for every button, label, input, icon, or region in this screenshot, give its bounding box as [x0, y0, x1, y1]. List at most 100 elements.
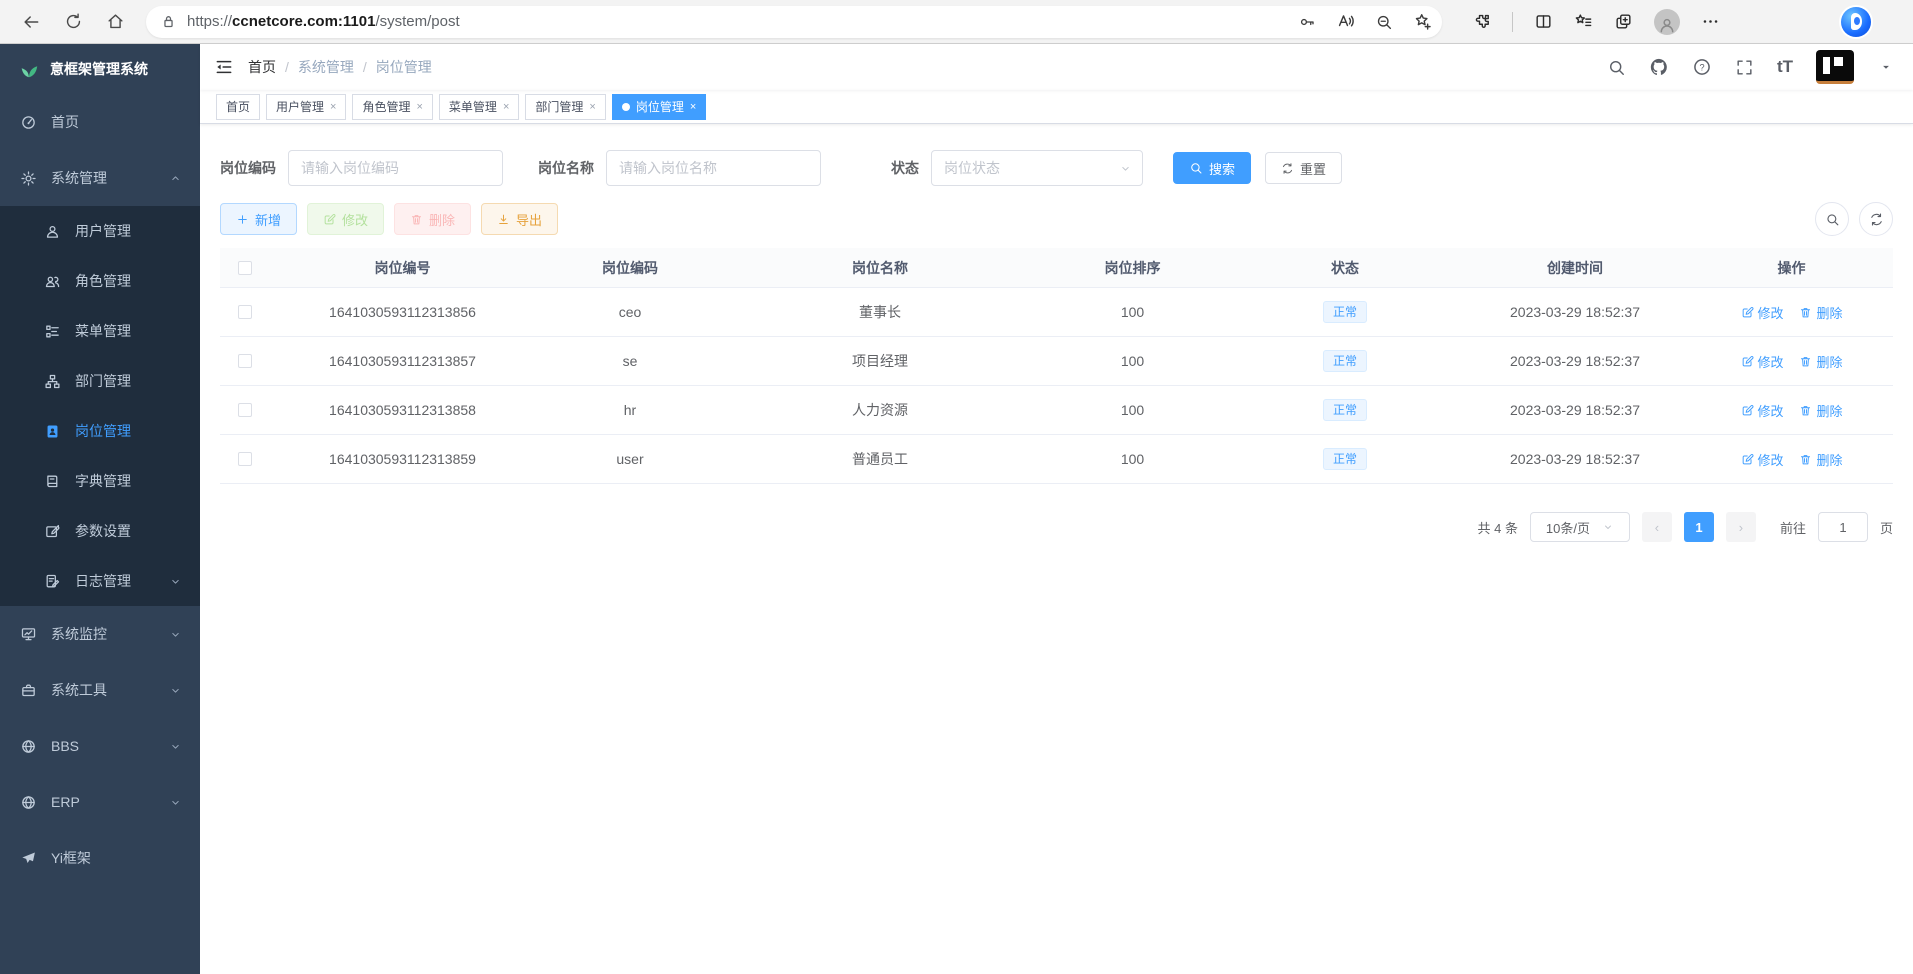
- delete-button[interactable]: 删除: [394, 203, 471, 235]
- breadcrumb: 首页 / 系统管理 / 岗位管理: [248, 57, 432, 77]
- sidebar-item-departments[interactable]: 部门管理: [0, 356, 200, 406]
- sidebar-item-posts[interactable]: 岗位管理: [0, 406, 200, 456]
- sidebar-item-users[interactable]: 用户管理: [0, 206, 200, 256]
- pagination-total: 共 4 条: [1478, 518, 1518, 537]
- tab-departments[interactable]: 部门管理×: [525, 94, 605, 120]
- zoom-out-icon[interactable]: [1375, 13, 1393, 31]
- close-icon[interactable]: ×: [589, 101, 595, 113]
- sidebar-item-menus[interactable]: 菜单管理: [0, 306, 200, 356]
- browser-refresh-button[interactable]: [56, 5, 90, 39]
- row-checkbox[interactable]: [238, 403, 252, 417]
- browser-profile-avatar[interactable]: [1654, 9, 1680, 35]
- sidebar-item-bbs[interactable]: BBS: [0, 718, 200, 774]
- sidebar-item-monitor[interactable]: 系统监控: [0, 606, 200, 662]
- cell-post-code: hr: [535, 402, 725, 418]
- export-button[interactable]: 导出: [481, 203, 558, 235]
- add-favorite-icon[interactable]: [1413, 12, 1432, 31]
- row-delete-link[interactable]: 删除: [1799, 352, 1842, 371]
- sidebar-item-logs[interactable]: 日志管理: [0, 556, 200, 606]
- address-bar[interactable]: https://ccnetcore.com:1101/system/post: [146, 6, 1442, 38]
- add-button[interactable]: 新增: [220, 203, 297, 235]
- header-search-icon[interactable]: [1607, 58, 1626, 77]
- column-header-post-sort: 岗位排序: [1035, 258, 1230, 278]
- sidebar-item-yi-framework[interactable]: Yi框架: [0, 830, 200, 886]
- chevron-up-icon: [169, 172, 182, 185]
- page-number-1[interactable]: 1: [1684, 512, 1714, 542]
- copilot-bing-icon[interactable]: [1841, 7, 1871, 37]
- edit-button[interactable]: 修改: [307, 203, 384, 235]
- select-all-checkbox[interactable]: [238, 261, 252, 275]
- row-delete-link[interactable]: 删除: [1799, 401, 1842, 420]
- user-avatar[interactable]: [1816, 50, 1854, 84]
- post-name-label: 岗位名称: [538, 158, 594, 178]
- row-edit-link[interactable]: 修改: [1741, 450, 1784, 469]
- tab-users[interactable]: 用户管理×: [266, 94, 346, 120]
- sidebar-item-params[interactable]: 参数设置: [0, 506, 200, 556]
- breadcrumb-system[interactable]: 系统管理: [298, 57, 354, 77]
- post-code-label: 岗位编码: [220, 158, 276, 178]
- search-button[interactable]: 搜索: [1173, 152, 1251, 184]
- next-page-button[interactable]: ›: [1726, 512, 1756, 542]
- text-size-icon[interactable]: tT: [1777, 57, 1793, 77]
- toggle-search-button[interactable]: [1815, 202, 1849, 236]
- chevron-down-icon: [1119, 162, 1132, 175]
- sidebar-item-tools[interactable]: 系统工具: [0, 662, 200, 718]
- row-delete-link[interactable]: 删除: [1799, 450, 1842, 469]
- cell-post-code: se: [535, 353, 725, 369]
- browser-back-button[interactable]: [14, 5, 48, 39]
- prev-page-button[interactable]: ‹: [1642, 512, 1672, 542]
- leaf-logo-icon: [18, 58, 40, 80]
- row-delete-link[interactable]: 删除: [1799, 303, 1842, 322]
- row-edit-link[interactable]: 修改: [1741, 303, 1784, 322]
- tab-roles[interactable]: 角色管理×: [352, 94, 432, 120]
- user-menu-caret-icon[interactable]: [1879, 60, 1893, 74]
- password-key-icon[interactable]: [1298, 13, 1316, 31]
- read-aloud-icon[interactable]: [1336, 12, 1355, 31]
- goto-page-input[interactable]: [1818, 512, 1868, 542]
- trash-icon: [410, 213, 423, 226]
- page-size-select[interactable]: 10条/页: [1530, 512, 1630, 542]
- status-select[interactable]: 岗位状态: [931, 150, 1143, 186]
- tab-menus[interactable]: 菜单管理×: [439, 94, 519, 120]
- row-checkbox[interactable]: [238, 354, 252, 368]
- column-header-status: 状态: [1230, 258, 1460, 278]
- post-code-input[interactable]: [288, 150, 503, 186]
- column-header-created: 创建时间: [1460, 258, 1690, 278]
- row-checkbox[interactable]: [238, 305, 252, 319]
- app-logo[interactable]: 意框架管理系统: [0, 44, 200, 94]
- trash-icon: [1799, 355, 1812, 368]
- fullscreen-icon[interactable]: [1735, 58, 1754, 77]
- browser-toolbar: https://ccnetcore.com:1101/system/post: [0, 0, 1913, 44]
- sidebar-item-roles[interactable]: 角色管理: [0, 256, 200, 306]
- tab-posts-active[interactable]: 岗位管理×: [612, 94, 706, 120]
- reset-button[interactable]: 重置: [1265, 152, 1342, 184]
- sidebar-item-system[interactable]: 系统管理: [0, 150, 200, 206]
- github-icon[interactable]: [1649, 57, 1669, 77]
- help-icon[interactable]: ?: [1692, 57, 1712, 77]
- collapse-sidebar-icon[interactable]: [214, 57, 234, 77]
- split-screen-icon[interactable]: [1534, 12, 1553, 31]
- breadcrumb-home[interactable]: 首页: [248, 57, 276, 77]
- row-checkbox[interactable]: [238, 452, 252, 466]
- close-icon[interactable]: ×: [690, 101, 696, 113]
- browser-menu-icon[interactable]: [1701, 12, 1720, 31]
- extensions-icon[interactable]: [1472, 12, 1491, 31]
- post-name-input[interactable]: [606, 150, 821, 186]
- tab-home[interactable]: 首页: [216, 94, 260, 120]
- favorites-icon[interactable]: [1574, 12, 1593, 31]
- close-icon[interactable]: ×: [330, 101, 336, 113]
- posts-table: 岗位编号 岗位编码 岗位名称 岗位排序 状态 创建时间 操作 164103059…: [220, 248, 1893, 484]
- row-edit-link[interactable]: 修改: [1741, 352, 1784, 371]
- close-icon[interactable]: ×: [416, 101, 422, 113]
- browser-home-button[interactable]: [98, 5, 132, 39]
- sidebar-item-dict[interactable]: 字典管理: [0, 456, 200, 506]
- collections-icon[interactable]: [1614, 12, 1633, 31]
- sidebar-item-erp[interactable]: ERP: [0, 774, 200, 830]
- status-badge: 正常: [1323, 448, 1367, 470]
- column-header-actions: 操作: [1690, 258, 1893, 278]
- goto-unit-label: 页: [1880, 518, 1893, 537]
- sidebar-item-home[interactable]: 首页: [0, 94, 200, 150]
- row-edit-link[interactable]: 修改: [1741, 401, 1784, 420]
- close-icon[interactable]: ×: [503, 101, 509, 113]
- refresh-table-button[interactable]: [1859, 202, 1893, 236]
